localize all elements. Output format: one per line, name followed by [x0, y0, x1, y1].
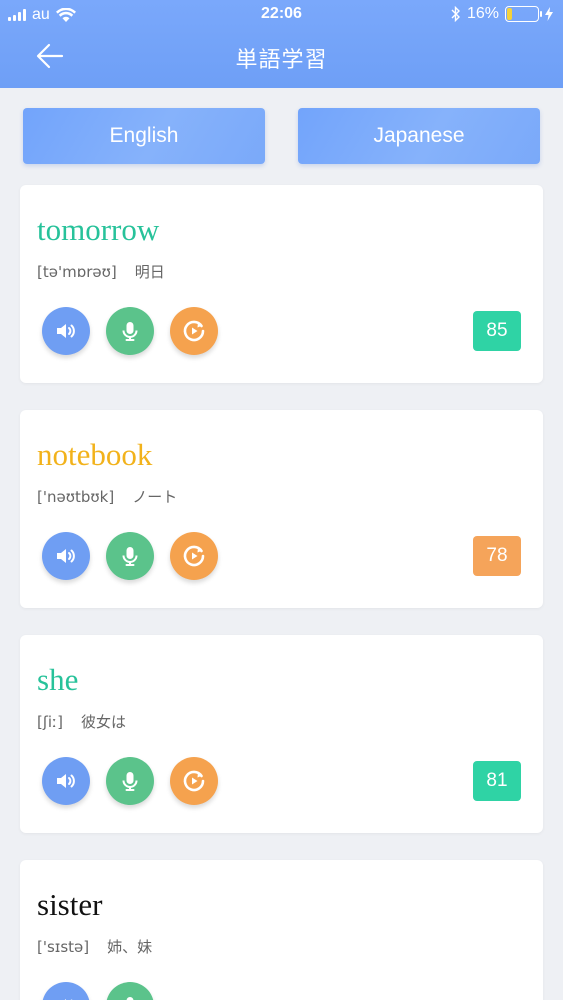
word-text: sister	[37, 887, 103, 922]
status-bar: au 22:06 16%	[0, 0, 563, 30]
replay-button[interactable]	[170, 757, 218, 805]
microphone-icon	[126, 997, 134, 1000]
tab-japanese[interactable]: Japanese	[298, 108, 540, 164]
word-info: [tə'mɒrəʊ] 明日	[37, 261, 165, 282]
status-right: 16%	[451, 5, 553, 23]
replay-icon	[183, 545, 205, 567]
word-info: [ʃiː] 彼女は	[37, 711, 126, 732]
battery-percent: 16%	[466, 5, 499, 22]
word-card: sister ['sɪstə] 姉、妹	[20, 860, 543, 1000]
microphone-icon	[122, 547, 138, 566]
phonetic-text: ['nəʊtbʊk]	[37, 488, 115, 506]
record-button[interactable]	[106, 757, 154, 805]
replay-icon	[183, 770, 205, 792]
speaker-icon	[57, 549, 75, 563]
meaning-text: 姉、妹	[107, 938, 153, 956]
speaker-icon	[64, 999, 73, 1000]
word-card: she [ʃiː] 彼女は 81	[20, 635, 543, 833]
tab-english[interactable]: English	[23, 108, 265, 164]
phonetic-text: [ʃiː]	[37, 713, 63, 731]
meaning-text: ノート	[132, 488, 178, 506]
speak-button[interactable]	[42, 982, 90, 1000]
bluetooth-icon	[451, 6, 460, 22]
meaning-text: 彼女は	[80, 713, 126, 731]
word-text: she	[37, 662, 79, 697]
word-info: ['nəʊtbʊk] ノート	[37, 486, 177, 507]
record-button[interactable]	[106, 982, 154, 1000]
score-badge: 78	[473, 536, 521, 576]
top-header: au 22:06 16% 単語学習	[0, 0, 563, 88]
word-card: notebook ['nəʊtbʊk] ノート 78	[20, 410, 543, 608]
speaker-icon	[57, 774, 75, 788]
charging-icon	[545, 7, 553, 21]
speak-button[interactable]	[42, 307, 90, 355]
meaning-text: 明日	[134, 263, 165, 281]
record-button[interactable]	[106, 307, 154, 355]
speaker-icon	[57, 324, 75, 338]
phonetic-text: ['sɪstə]	[37, 938, 90, 956]
microphone-icon	[122, 772, 138, 791]
word-text: tomorrow	[37, 212, 160, 247]
score-badge: 81	[473, 761, 521, 801]
microphone-icon	[122, 322, 138, 341]
word-card: tomorrow [tə'mɒrəʊ] 明日 85	[20, 185, 543, 383]
record-button[interactable]	[106, 532, 154, 580]
speak-button[interactable]	[42, 757, 90, 805]
battery-icon	[505, 6, 542, 22]
word-text: notebook	[37, 437, 153, 472]
page-title: 単語学習	[235, 47, 328, 72]
phonetic-text: [tə'mɒrəʊ]	[37, 263, 117, 281]
replay-icon	[183, 320, 205, 342]
replay-button[interactable]	[170, 532, 218, 580]
replay-button[interactable]	[170, 307, 218, 355]
word-info: ['sɪstə] 姉、妹	[37, 936, 152, 957]
score-badge: 85	[473, 311, 521, 351]
speak-button[interactable]	[42, 532, 90, 580]
